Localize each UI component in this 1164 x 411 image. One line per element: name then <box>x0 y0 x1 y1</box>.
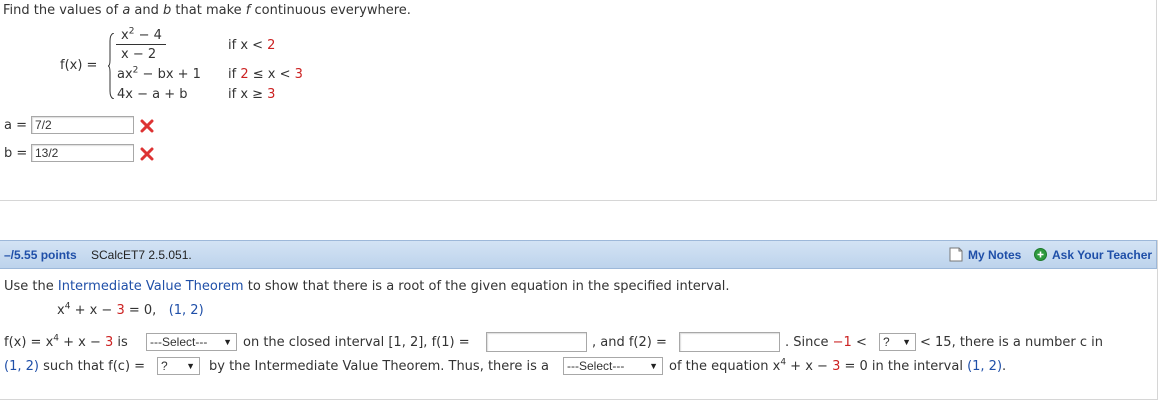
closed-interval-text: on the closed interval [1, 2], f(1) = <box>243 335 470 350</box>
inequality-select[interactable]: ? ▼ <box>879 333 916 351</box>
ask-teacher-link[interactable]: Ask Your Teacher <box>1052 248 1152 262</box>
equation: x4 + x − 3 = 0, (1, 2) <box>57 301 204 318</box>
piece-3-expression: 4x − a + b <box>117 87 188 102</box>
since-text: . Since −1 < <box>785 335 867 350</box>
equation-interval-text: of the equation x4 + x − 3 = 0 in the in… <box>669 357 1007 374</box>
ivt-link[interactable]: Intermediate Value Theorem <box>58 279 244 294</box>
problem-2-prompt: Use the Intermediate Value Theorem to sh… <box>4 279 730 294</box>
my-notes-link[interactable]: My Notes <box>968 248 1021 262</box>
f2-input[interactable] <box>679 332 780 352</box>
ivt-thus-text: by the Intermediate Value Theorem. Thus,… <box>209 359 549 374</box>
piece-3-condition: if x ≥ 3 <box>228 87 276 102</box>
f1-input[interactable] <box>486 332 587 352</box>
line-2-start: (1, 2) such that f(c) = <box>4 359 146 374</box>
answer-b-input[interactable]: 13/2 <box>31 144 134 162</box>
fraction-bar <box>116 44 166 45</box>
plus-icon[interactable] <box>1034 248 1047 261</box>
fc-select[interactable]: ? ▼ <box>157 357 200 375</box>
line-1-fx: f(x) = x4 + x − 3 is <box>4 333 128 350</box>
piece-2-expression: ax2 − bx + 1 <box>117 65 201 82</box>
answer-a-input[interactable]: 7/2 <box>31 116 134 134</box>
fx-label: f(x) = <box>60 58 98 73</box>
x-icon <box>140 119 154 133</box>
piecewise-brace <box>107 32 115 100</box>
piece-1-condition: if x < 2 <box>228 38 276 53</box>
piece-2-condition: if 2 ≤ x < 3 <box>228 67 303 82</box>
piece-1-denominator: x − 2 <box>121 47 157 62</box>
continuity-select[interactable]: ---Select--- ▼ <box>146 333 237 351</box>
problem-1-prompt: Find the values of a and b that make f c… <box>3 3 411 18</box>
x-icon <box>140 147 154 161</box>
points-label: –/5.55 points <box>4 248 77 262</box>
and-f2-text: , and f(2) = <box>592 335 667 350</box>
notes-icon[interactable] <box>949 247 963 262</box>
piece-1-numerator: x2 − 4 <box>121 26 162 43</box>
root-select[interactable]: ---Select--- ▼ <box>563 357 663 375</box>
number-c-text: < 15, there is a number c in <box>920 335 1103 350</box>
problem-code: SCalcET7 2.5.051. <box>91 248 192 262</box>
answer-b-label: b = <box>4 146 28 161</box>
answer-a-label: a = <box>4 118 27 133</box>
